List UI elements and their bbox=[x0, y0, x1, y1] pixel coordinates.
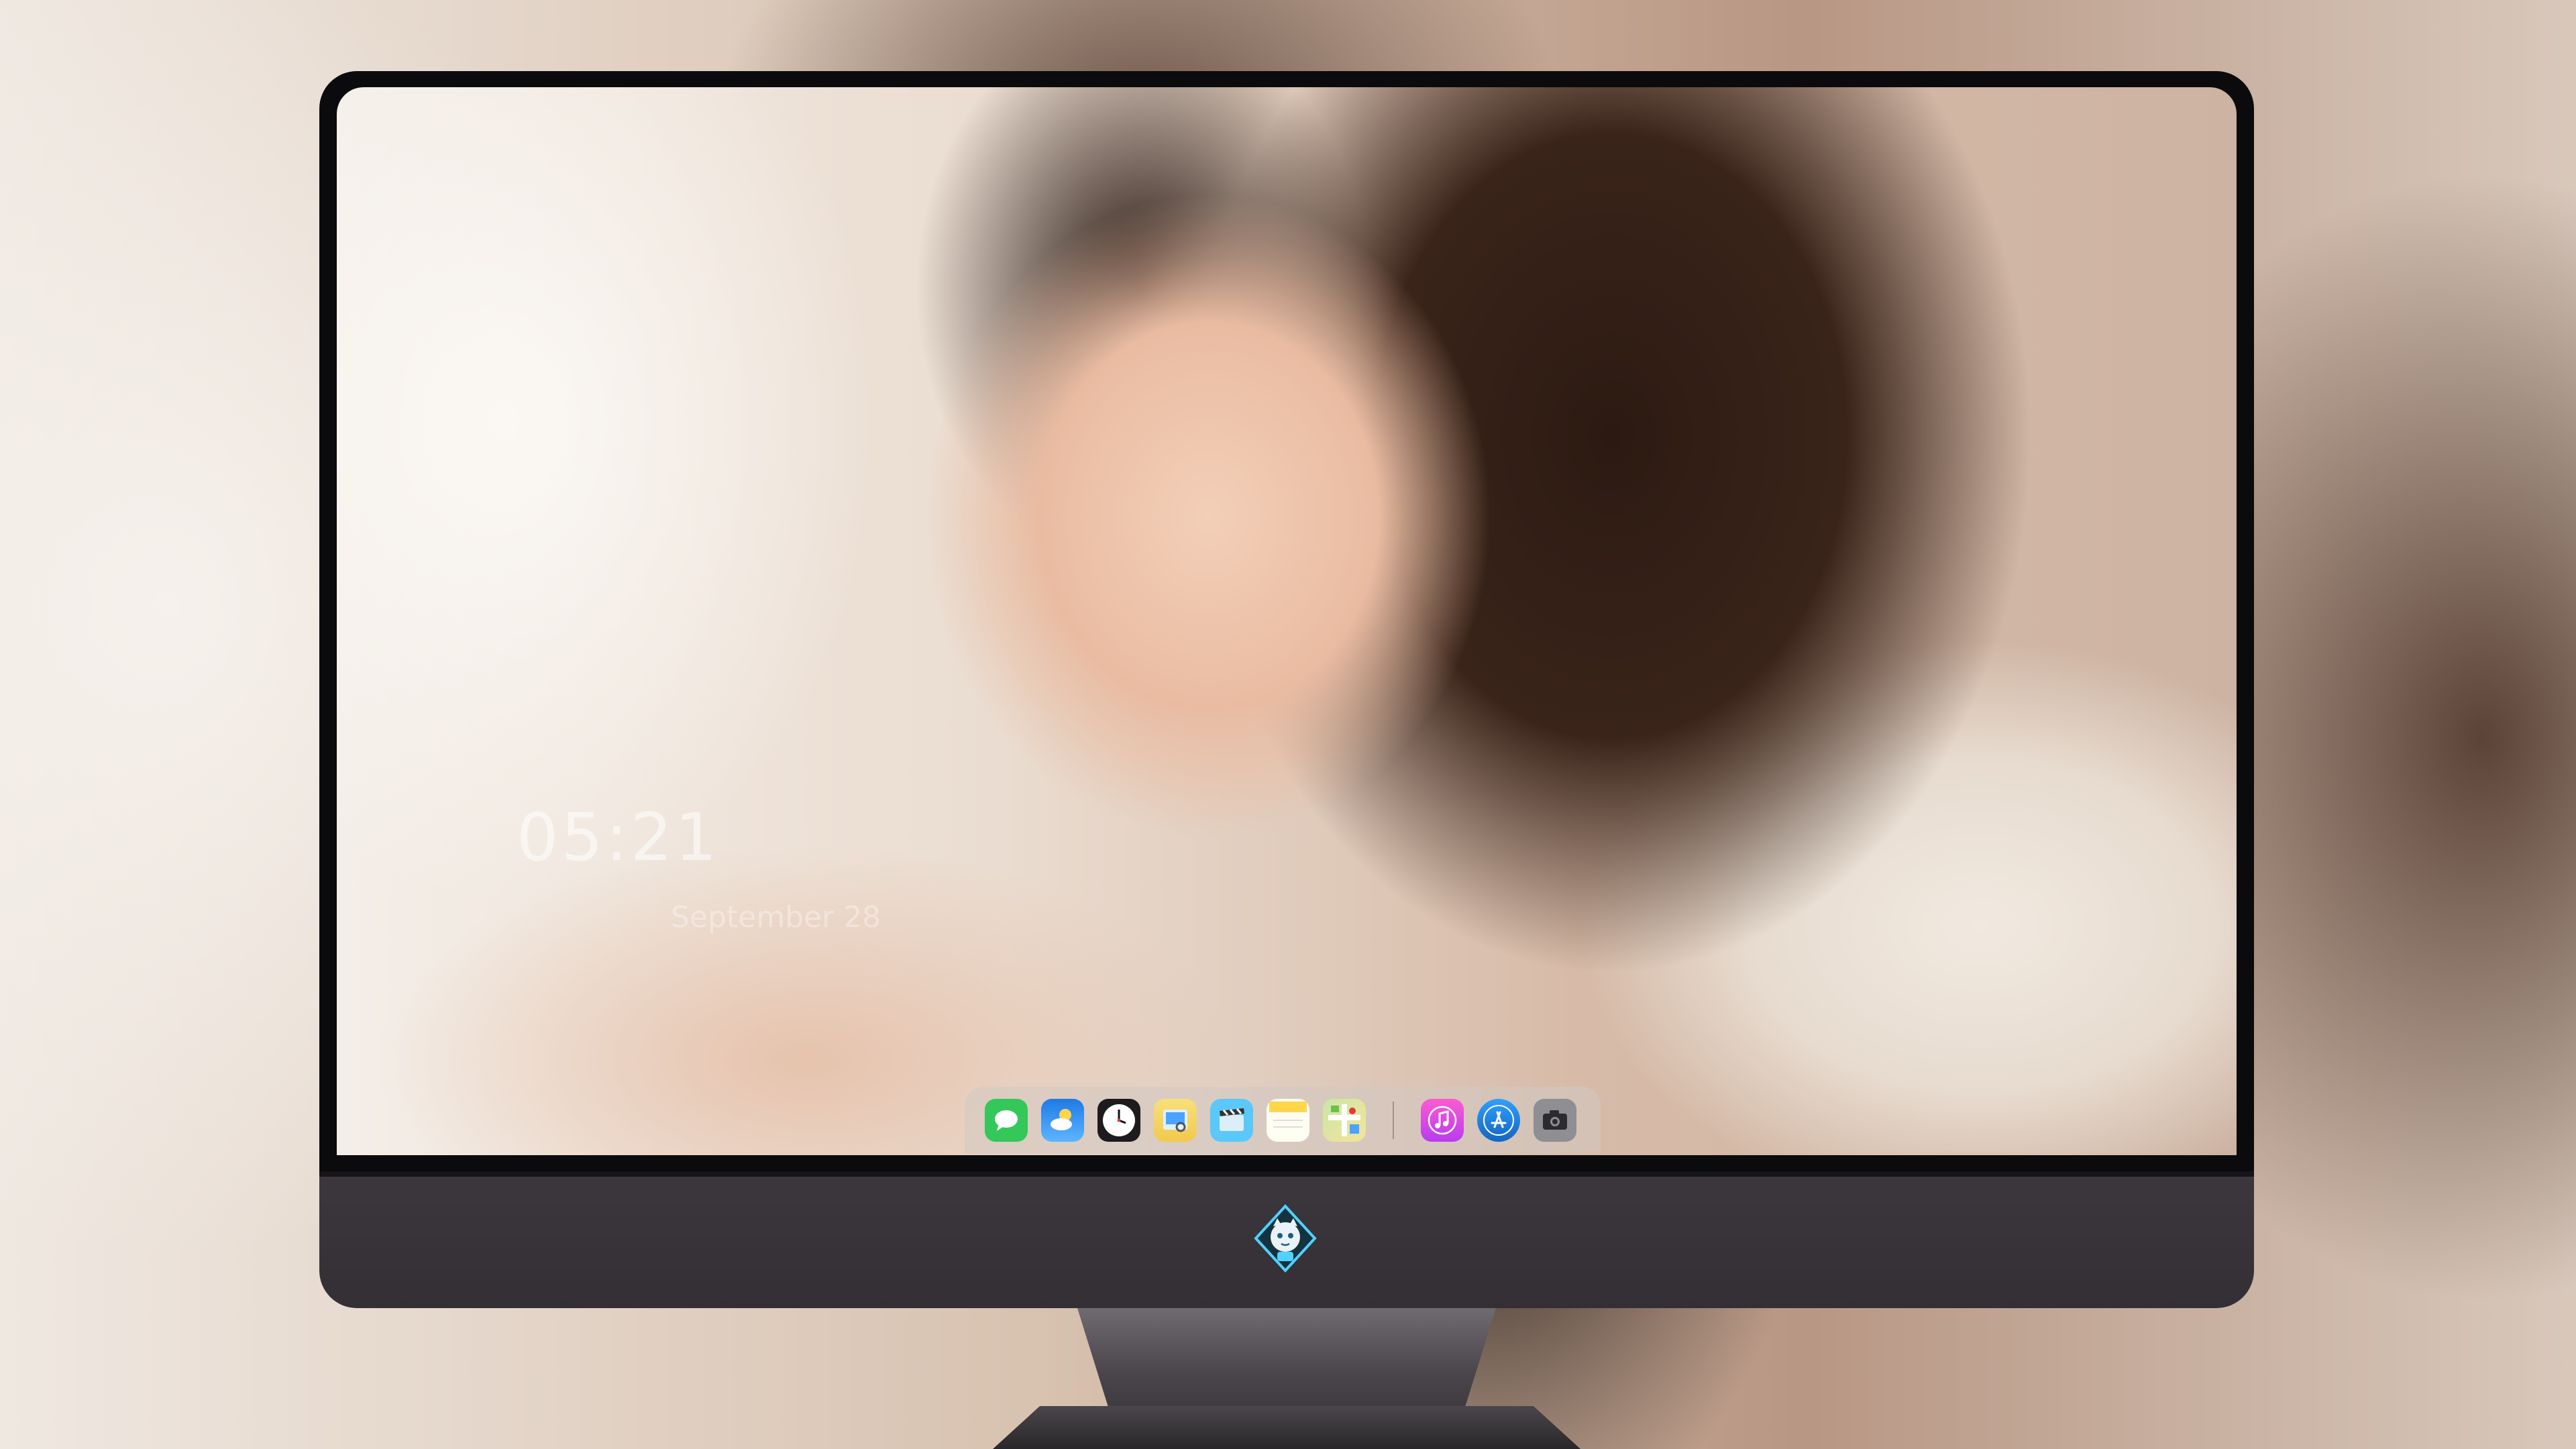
desktop-screen: 05:21 September 28 bbox=[337, 87, 2237, 1155]
weather-icon[interactable] bbox=[1041, 1099, 1084, 1142]
messages-icon[interactable] bbox=[985, 1099, 1028, 1142]
screen-bezel: 05:21 September 28 bbox=[319, 71, 2254, 1171]
imac-monitor: 05:21 September 28 bbox=[319, 71, 2254, 1308]
notes-icon[interactable] bbox=[1267, 1099, 1309, 1142]
lockscreen-date: September 28 bbox=[671, 900, 881, 934]
monitor-stand-base bbox=[993, 1406, 1580, 1449]
monitor-stand bbox=[1077, 1308, 1496, 1415]
monitor-chin bbox=[319, 1171, 2254, 1308]
camera-icon[interactable] bbox=[1534, 1099, 1576, 1142]
brand-logo-icon bbox=[1250, 1203, 1320, 1273]
preview-icon[interactable] bbox=[1154, 1099, 1197, 1142]
clips-icon[interactable] bbox=[1210, 1099, 1253, 1142]
dock bbox=[965, 1087, 1601, 1154]
lockscreen-time: 05:21 bbox=[517, 800, 720, 876]
dock-separator bbox=[1393, 1102, 1394, 1139]
clock-icon[interactable] bbox=[1097, 1099, 1140, 1142]
music-icon[interactable] bbox=[1421, 1099, 1464, 1142]
maps-icon[interactable] bbox=[1323, 1099, 1366, 1142]
app-store-icon[interactable] bbox=[1477, 1099, 1520, 1142]
